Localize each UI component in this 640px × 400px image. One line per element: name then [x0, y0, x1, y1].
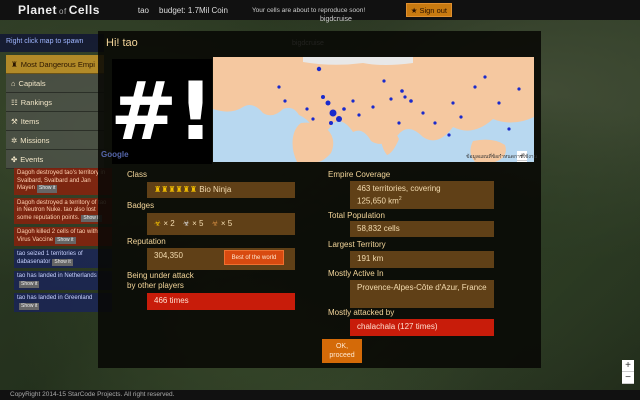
star-icon: ★ — [410, 5, 418, 15]
attack-count-field: 466 times — [147, 293, 295, 310]
class-label: Class — [127, 170, 148, 179]
show-event-button[interactable]: Show it — [55, 236, 76, 244]
flower-icon: ✤ — [11, 154, 18, 164]
territory-mini-map[interactable]: + − — [213, 57, 534, 162]
list-icon: ☷ — [11, 97, 18, 107]
logo[interactable]: Planet of Cells — [18, 3, 100, 17]
territory-dot — [277, 85, 281, 89]
largest-territory-label: Largest Territory — [328, 240, 386, 249]
territory-dot — [497, 101, 501, 105]
territory-dot — [325, 100, 331, 106]
profile-modal: Hi! tao #! + Google ข้อมูลแผนที่ข้อกำหนด… — [98, 31, 541, 368]
territory-dot — [311, 117, 315, 121]
show-event-button[interactable]: Show it — [37, 185, 58, 193]
territory-dot — [305, 107, 309, 111]
reproduce-message: Your cells are about to reproduce soon! — [251, 6, 366, 14]
zoom-in-button[interactable]: + — [622, 360, 634, 372]
avatar: #! — [110, 59, 214, 164]
territory-dot — [342, 107, 346, 111]
territory-dot — [351, 99, 355, 103]
show-event-button[interactable]: Show it — [52, 258, 73, 266]
show-event-button[interactable]: Show it — [19, 302, 40, 310]
attacked-by-label: Mostly attacked by — [328, 308, 395, 317]
class-rank-icons: ♜♜♜♜♜♜ — [154, 185, 198, 194]
budget-display: budget: 1.7Mil Coin — [159, 5, 228, 15]
territory-dot — [409, 99, 413, 103]
territory-dot — [397, 121, 401, 125]
sidebar-item-items[interactable]: ⚒ Items — [6, 112, 104, 131]
reputation-label: Reputation — [127, 237, 166, 246]
mini-map-svg — [213, 57, 534, 162]
modal-title: Hi! tao — [106, 37, 138, 49]
coverage-label: Empire Coverage — [328, 170, 391, 179]
mini-zoom-out-button[interactable]: − — [517, 161, 527, 162]
badges-field: ☣ × 2 ☣ × 5 ☣ × 5 — [147, 213, 295, 235]
territory-dot — [336, 116, 342, 122]
class-field: ♜♜♜♜♜♜ Bio Ninja — [147, 182, 295, 198]
badge-item: ☣ × 2 — [154, 219, 175, 228]
territory-dot — [447, 133, 451, 137]
territory-dot — [283, 99, 287, 103]
attack-label: Being under attack by other players — [127, 271, 194, 290]
badge-item: ☣ × 5 — [211, 219, 233, 228]
biohazard-silver-icon: ☣ — [182, 219, 190, 228]
asterisk-icon: ✲ — [11, 135, 18, 145]
territory-dot — [483, 75, 487, 79]
territory-dot — [507, 127, 511, 131]
territory-dot — [389, 97, 393, 101]
active-label: Mostly Active In — [328, 269, 384, 278]
spawn-hint: Right click map to spawn — [0, 34, 104, 52]
top-username: tao — [137, 5, 149, 15]
territory-dot — [403, 95, 407, 99]
territory-dot — [421, 111, 425, 115]
population-label: Total Population — [328, 211, 385, 220]
zoom-out-button[interactable]: − — [622, 372, 634, 384]
territory-dot — [459, 115, 463, 119]
largest-territory-field: 191 km — [350, 251, 494, 268]
footer-copyright: CopyRight 2014-15 StarCode Projects. All… — [0, 390, 640, 400]
show-event-button[interactable]: Show it — [19, 280, 40, 288]
sidebar: ♜ Most Dangerous Empi ⌂ Capitals ☷ Ranki… — [6, 55, 104, 169]
sidebar-item-rankings[interactable]: ☷ Rankings — [6, 93, 104, 112]
biohazard-gold-icon: ☣ — [154, 219, 162, 228]
rook-icon: ♜ — [11, 59, 18, 69]
sidebar-item-missions[interactable]: ✲ Missions — [6, 131, 104, 150]
active-field: Provence-Alpes-Côte d'Azur, France — [350, 280, 494, 308]
badge-item: ☣ × 5 — [182, 219, 204, 228]
map-terms-link[interactable]: ข้อมูลแผนที่ข้อกำหนดการใช้งาน — [466, 153, 537, 161]
territory-dot — [321, 95, 325, 99]
sign-out-button[interactable]: ★ Sign out — [405, 3, 452, 17]
map-zoom-control: + − — [622, 360, 634, 384]
ok-proceed-button[interactable]: OK, proceed — [322, 339, 362, 363]
territory-dot — [357, 113, 361, 117]
google-logo: Google — [101, 150, 129, 159]
territory-dot — [451, 101, 455, 105]
territory-dot — [371, 105, 375, 109]
population-field: 58,832 cells — [350, 221, 494, 237]
territory-dot — [316, 66, 322, 72]
sidebar-item-events[interactable]: ✤ Events — [6, 150, 104, 169]
biohazard-bronze-icon: ☣ — [211, 219, 219, 228]
top-map-caption: bigdcruise — [320, 16, 352, 23]
attacked-by-field: chalachala (127 times) — [350, 319, 494, 336]
land-eurasia — [213, 57, 534, 144]
coverage-field: 463 territories, covering 125,650 km2 — [350, 181, 494, 209]
territory-dot — [473, 85, 477, 89]
best-of-world-badge[interactable]: Best of the world — [224, 250, 284, 265]
house-icon: ⌂ — [11, 78, 16, 88]
badges-label: Badges — [127, 201, 155, 210]
territory-dot — [433, 121, 437, 125]
sidebar-item-most-dangerous[interactable]: ♜ Most Dangerous Empi — [6, 55, 104, 74]
sidebar-item-capitals[interactable]: ⌂ Capitals — [6, 74, 104, 93]
territory-dot — [382, 79, 386, 83]
territory-dot — [400, 89, 404, 93]
territory-dot — [517, 87, 521, 91]
territory-dot — [329, 109, 337, 117]
tools-icon: ⚒ — [11, 116, 18, 126]
territory-dot — [329, 121, 333, 125]
